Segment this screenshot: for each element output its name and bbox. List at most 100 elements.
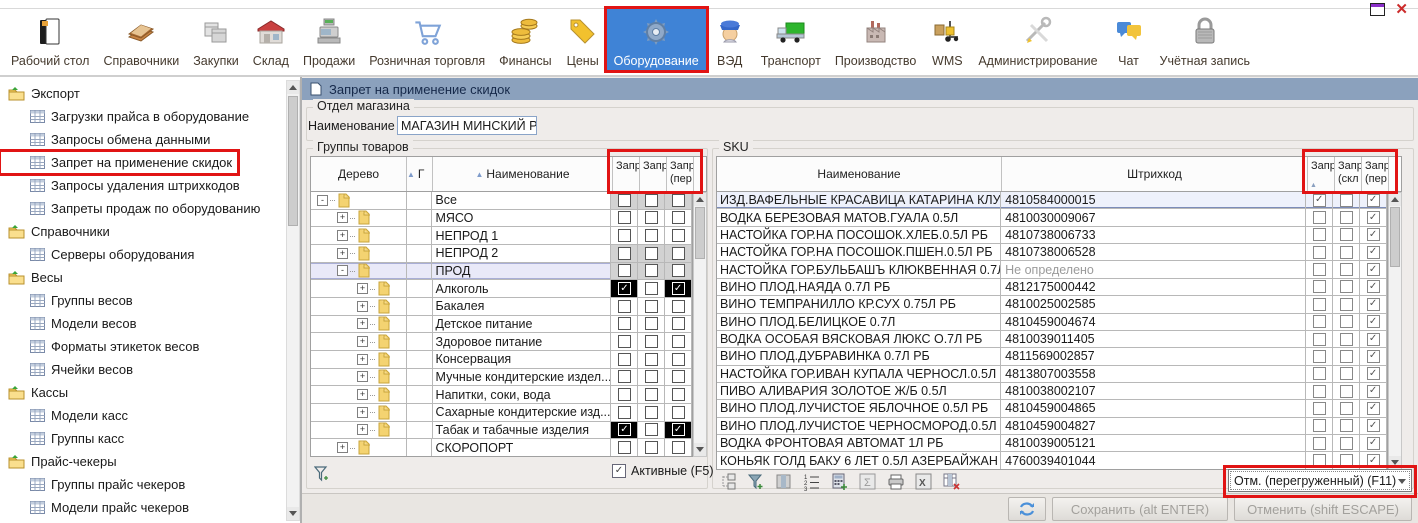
- sidebar-item-модели-весов[interactable]: Модели весов: [0, 312, 143, 335]
- check-cell-1[interactable]: [611, 227, 638, 244]
- checkbox-unchecked[interactable]: [645, 441, 658, 454]
- check-cell-2[interactable]: [638, 316, 665, 333]
- checkbox-unchecked[interactable]: [645, 317, 658, 330]
- check-cell-3[interactable]: [1360, 435, 1387, 451]
- check-cell-2[interactable]: [1333, 209, 1360, 225]
- check-cell-3[interactable]: [665, 404, 692, 421]
- checkbox-unchecked[interactable]: [618, 264, 631, 277]
- checkbox-unchecked[interactable]: [1313, 454, 1326, 467]
- checkbox-unchecked[interactable]: [618, 194, 631, 207]
- toolbar-item-purchases[interactable]: Закупки: [186, 9, 246, 70]
- check-cell-2[interactable]: [638, 210, 665, 227]
- sku-row[interactable]: ВИНО ТЕМПРАНИЛЛО КР.СУХ 0.75Л РБ48100250…: [717, 296, 1387, 313]
- checkbox-checked[interactable]: [618, 423, 631, 436]
- check-cell-3[interactable]: [1360, 348, 1387, 364]
- checkbox-unchecked[interactable]: [618, 300, 631, 313]
- check-cell-1[interactable]: [611, 263, 638, 280]
- toolbar-item-equipment[interactable]: Оборудование: [607, 9, 706, 70]
- checkbox-unchecked[interactable]: [618, 211, 631, 224]
- checkbox-unchecked[interactable]: [645, 370, 658, 383]
- checkbox-unchecked[interactable]: [1340, 454, 1353, 467]
- checkbox-checked[interactable]: [672, 282, 685, 295]
- checkbox-unchecked[interactable]: [618, 335, 631, 348]
- column-header-check-3[interactable]: Запр(пер: [667, 157, 694, 191]
- check-cell-2[interactable]: [638, 439, 665, 456]
- check-cell-1[interactable]: [611, 369, 638, 386]
- check-cell-1[interactable]: [1306, 192, 1333, 208]
- checkbox-unchecked[interactable]: [618, 317, 631, 330]
- check-cell-1[interactable]: [1306, 279, 1333, 295]
- excel-export-icon[interactable]: X: [914, 472, 934, 491]
- sidebar-item-группы-касс[interactable]: Группы касс: [0, 427, 130, 450]
- check-cell-1[interactable]: [1306, 261, 1333, 277]
- goods-groups-scrollbar[interactable]: [693, 192, 707, 457]
- checkbox-unchecked[interactable]: [1313, 333, 1326, 346]
- toolbar-item-warehouse[interactable]: Склад: [246, 9, 296, 70]
- group-row[interactable]: +Сахарные кондитерские изд...: [311, 404, 692, 422]
- group-row[interactable]: +СКОРОПОРТ: [311, 439, 692, 457]
- sidebar-item-группы-весов[interactable]: Группы весов: [0, 289, 139, 312]
- expand-icon[interactable]: +: [357, 424, 368, 435]
- group-row[interactable]: +Здоровое питание: [311, 333, 692, 351]
- checkbox-unchecked[interactable]: [1313, 437, 1326, 450]
- scroll-up-icon[interactable]: [287, 81, 299, 94]
- checkbox-unchecked[interactable]: [618, 370, 631, 383]
- checkbox-unchecked[interactable]: [1313, 350, 1326, 363]
- group-row[interactable]: +Детское питание: [311, 316, 692, 334]
- toolbar-item-ved[interactable]: ВЭД: [706, 9, 754, 70]
- close-icon[interactable]: ✕: [1395, 3, 1408, 16]
- check-cell-1[interactable]: [1306, 209, 1333, 225]
- check-cell-2[interactable]: [1333, 192, 1360, 208]
- sidebar-item-форматы-этикеток-весов[interactable]: Форматы этикеток весов: [0, 335, 205, 358]
- checkbox-unchecked[interactable]: [1340, 263, 1353, 276]
- check-cell-3[interactable]: [1360, 227, 1387, 243]
- checkbox-checked[interactable]: [672, 423, 685, 436]
- sku-row[interactable]: ВОДКА БЕРЕЗОВАЯ МАТОВ.ГУАЛА 0.5Л48100300…: [717, 209, 1387, 226]
- columns-icon[interactable]: [774, 472, 794, 491]
- group-row[interactable]: -Все: [311, 192, 692, 210]
- checkbox-unchecked[interactable]: [618, 406, 631, 419]
- check-cell-3[interactable]: [1360, 452, 1387, 468]
- mode-dropdown[interactable]: Отм. (перегруженный) (F11): [1228, 469, 1412, 492]
- checkbox-unchecked[interactable]: [672, 194, 685, 207]
- scrollbar-thumb[interactable]: [1390, 207, 1400, 267]
- checkbox-unchecked[interactable]: [618, 247, 631, 260]
- checkbox-unchecked[interactable]: [645, 247, 658, 260]
- checkbox-unchecked[interactable]: [1313, 367, 1326, 380]
- checkbox-unchecked[interactable]: [1340, 350, 1353, 363]
- checkbox-checked[interactable]: [1367, 437, 1380, 450]
- check-cell-2[interactable]: [1333, 331, 1360, 347]
- checkbox-unchecked[interactable]: [1340, 333, 1353, 346]
- checkbox-unchecked[interactable]: [1340, 280, 1353, 293]
- expand-icon[interactable]: +: [357, 336, 368, 347]
- sidebar-item-прайс-чекеры[interactable]: Прайс-чекеры: [0, 450, 123, 473]
- sku-row[interactable]: НАСТОЙКА ГОР.НА ПОСОШОК.ПШЕН.0.5Л РБ4810…: [717, 244, 1387, 261]
- checkbox-unchecked[interactable]: [645, 335, 658, 348]
- group-row[interactable]: +Алкоголь: [311, 280, 692, 298]
- check-cell-3[interactable]: [665, 333, 692, 350]
- checkbox-checked[interactable]: [1367, 333, 1380, 346]
- toolbar-item-administration[interactable]: Администрирование: [971, 9, 1104, 70]
- checkbox-unchecked[interactable]: [1340, 367, 1353, 380]
- checkbox-unchecked[interactable]: [1340, 298, 1353, 311]
- check-cell-1[interactable]: [1306, 418, 1333, 434]
- expand-icon[interactable]: +: [337, 230, 348, 241]
- expand-icon[interactable]: +: [337, 212, 348, 223]
- checkbox-unchecked[interactable]: [1340, 246, 1353, 259]
- collapse-icon[interactable]: -: [337, 265, 348, 276]
- check-cell-1[interactable]: [1306, 400, 1333, 416]
- check-cell-3[interactable]: [1360, 331, 1387, 347]
- checkbox-unchecked[interactable]: [1340, 437, 1353, 450]
- checkbox-unchecked[interactable]: [1313, 263, 1326, 276]
- checkbox-unchecked[interactable]: [1340, 211, 1353, 224]
- check-cell-3[interactable]: [665, 210, 692, 227]
- check-cell-2[interactable]: [1333, 227, 1360, 243]
- check-cell-3[interactable]: [665, 280, 692, 297]
- expand-icon[interactable]: +: [357, 354, 368, 365]
- check-cell-2[interactable]: [1333, 418, 1360, 434]
- scroll-up-icon[interactable]: [1389, 193, 1401, 206]
- checkbox-checked[interactable]: [1367, 367, 1380, 380]
- check-cell-2[interactable]: [638, 263, 665, 280]
- checkbox-checked[interactable]: [1367, 454, 1380, 467]
- checkbox-unchecked[interactable]: [1313, 315, 1326, 328]
